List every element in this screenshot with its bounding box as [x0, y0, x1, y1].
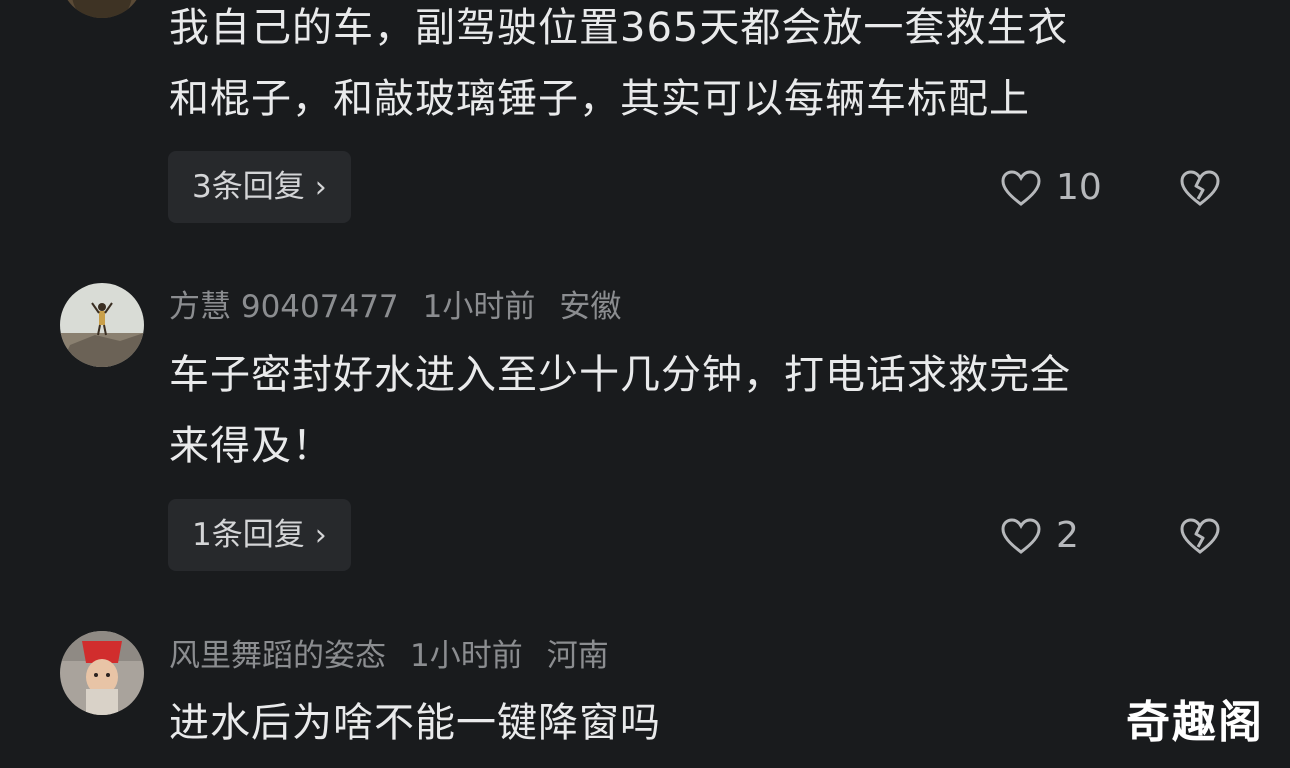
heart-outline-icon	[1001, 518, 1041, 554]
watermark: 奇趣阁	[1126, 697, 1264, 748]
comment-list: 我自己的车，副驾驶位置365天都会放一套救生衣 和棍子，和敲玻璃锤子，其实可以每…	[0, 0, 1290, 768]
broken-heart-icon	[1180, 170, 1220, 206]
comment-text: 我自己的车，副驾驶位置365天都会放一套救生衣 和棍子，和敲玻璃锤子，其实可以每…	[169, 5, 1069, 122]
comment-text: 进水后为啥不能一键降窗吗	[169, 700, 661, 746]
view-replies-button[interactable]: 3条回复 ›	[168, 151, 351, 223]
comment-location: 河南	[546, 638, 609, 674]
like-count: 10	[1056, 167, 1102, 208]
broken-heart-icon	[1180, 518, 1220, 554]
like-button[interactable]: 2	[1000, 512, 1079, 560]
comment-text: 车子密封好水进入至少十几分钟，打电话求救完全 来得及！	[169, 352, 1071, 469]
comment-location: 安徽	[559, 289, 622, 325]
avatar[interactable]	[60, 283, 144, 367]
avatar[interactable]	[60, 0, 144, 18]
author-name[interactable]: 风里舞蹈的姿态	[169, 638, 386, 674]
like-count: 2	[1056, 515, 1079, 556]
avatar[interactable]	[60, 631, 144, 715]
author-name[interactable]: 方慧 90407477	[169, 289, 399, 325]
view-replies-button[interactable]: 1条回复 ›	[168, 499, 351, 571]
comment-meta: 风里舞蹈的姿态 1小时前 河南	[169, 636, 633, 676]
comment-time: 1小时前	[422, 289, 536, 325]
comment-meta: 方慧 90407477 1小时前 安徽	[169, 287, 645, 327]
like-button[interactable]: 10	[1000, 164, 1102, 212]
heart-outline-icon	[1001, 170, 1041, 206]
dislike-button[interactable]	[1179, 516, 1221, 556]
dislike-button[interactable]	[1179, 168, 1221, 208]
comment-time: 1小时前	[410, 638, 523, 674]
chevron-right-icon: ›	[314, 170, 327, 205]
chevron-right-icon: ›	[314, 518, 327, 553]
